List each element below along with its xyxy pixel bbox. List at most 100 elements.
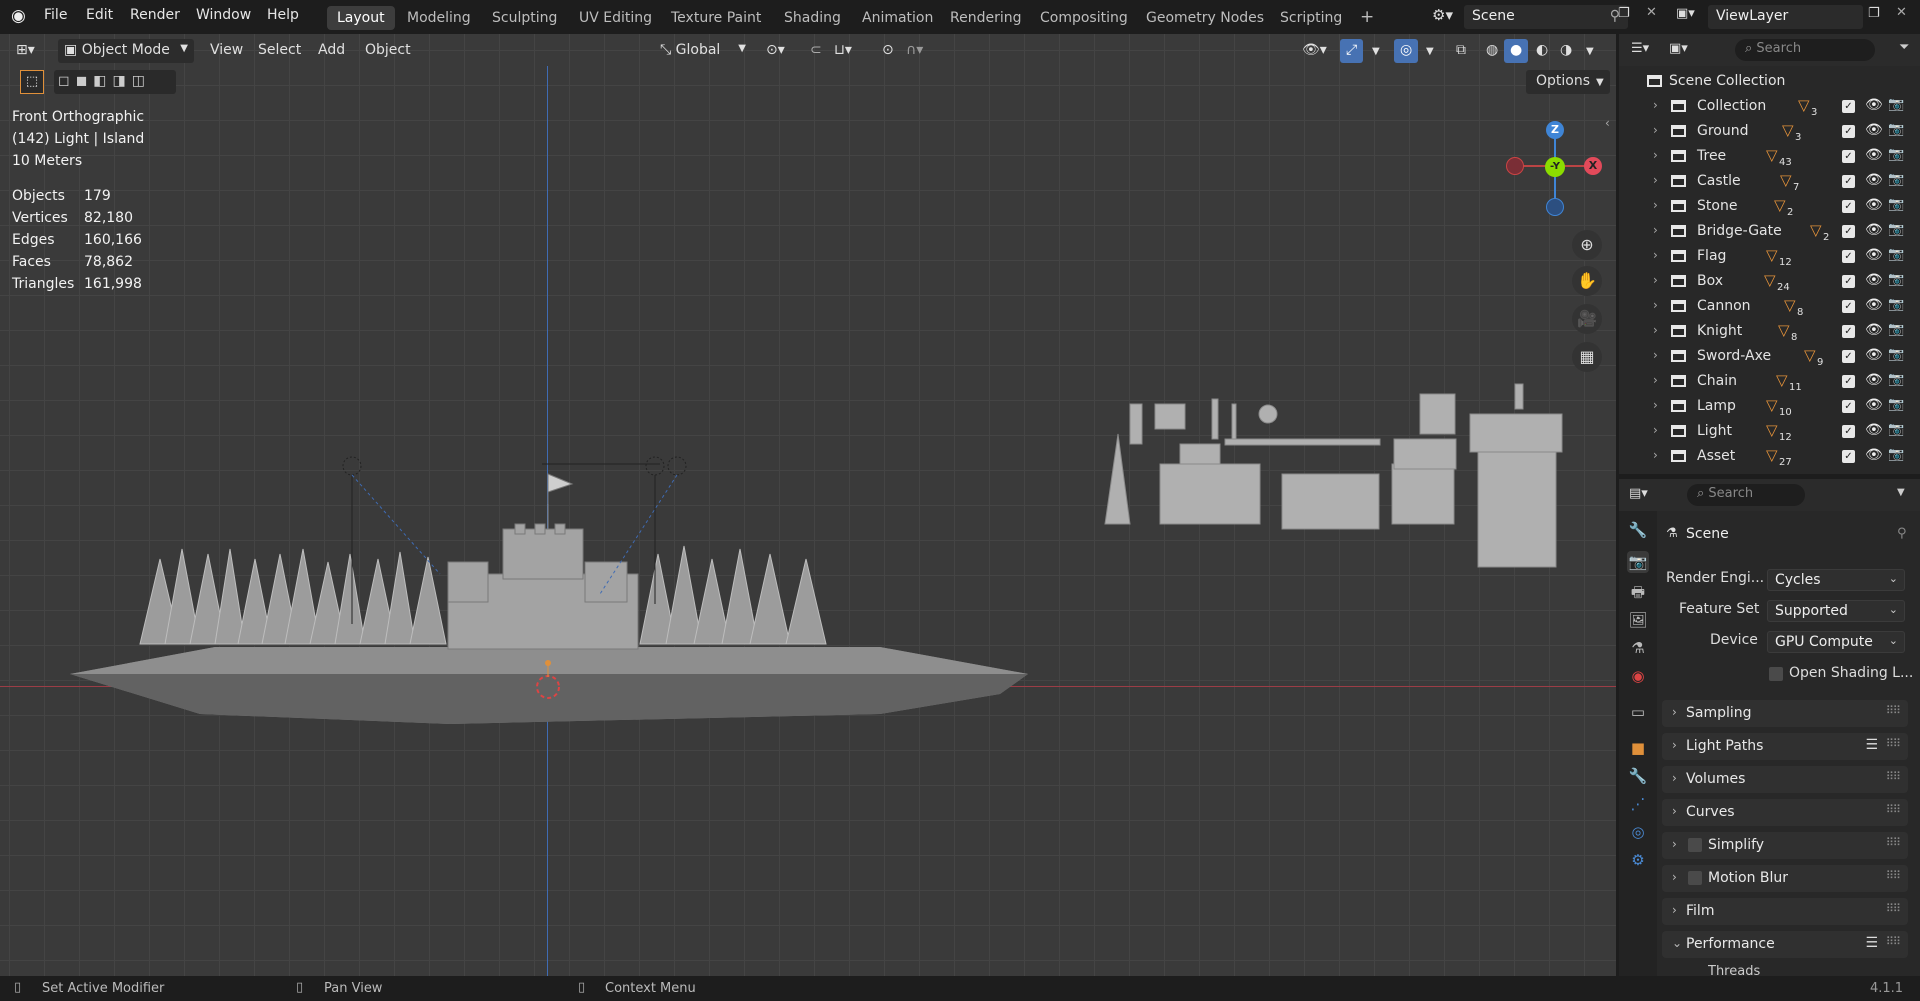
eye-icon[interactable]: 👁 (1865, 322, 1883, 338)
chevron-right-icon[interactable]: › (1653, 98, 1658, 112)
camera-icon[interactable]: 📷 (1888, 97, 1904, 112)
render-engine-dropdown[interactable]: Cycles ⌄ (1767, 569, 1905, 591)
motion-blur-checkbox[interactable] (1688, 871, 1702, 885)
tab-layout[interactable]: Layout (327, 6, 395, 30)
eye-icon[interactable]: 👁 (1865, 122, 1883, 138)
drag-handle-icon[interactable]: ⠿⠿ (1886, 803, 1901, 816)
outliner-row-lamp[interactable]: › Lamp ▽ 10 ✓ 👁 📷 (1619, 395, 1920, 420)
tab-scripting[interactable]: Scripting (1270, 6, 1352, 30)
exclude-checkbox[interactable]: ✓ (1842, 400, 1855, 413)
blender-logo-icon[interactable]: ◉ (11, 6, 26, 26)
tab-geometry-nodes[interactable]: Geometry Nodes (1136, 6, 1274, 30)
chevron-right-icon[interactable]: › (1653, 198, 1658, 212)
chevron-right-icon[interactable]: › (1653, 323, 1658, 337)
exclude-checkbox[interactable]: ✓ (1842, 425, 1855, 438)
chevron-right-icon[interactable]: › (1653, 373, 1658, 387)
eye-icon[interactable]: 👁 (1865, 347, 1883, 363)
ortho-grid-icon[interactable]: ▦ (1572, 342, 1602, 372)
exclude-checkbox[interactable]: ✓ (1842, 150, 1855, 163)
menu-file[interactable]: File (44, 7, 67, 23)
panel-film[interactable]: › Film ⠿⠿ (1662, 898, 1908, 925)
camera-icon[interactable]: 📷 (1888, 372, 1904, 387)
camera-icon[interactable]: 📷 (1888, 147, 1904, 162)
chevron-right-icon[interactable]: › (1653, 298, 1658, 312)
physics-tab-icon[interactable]: ◎ (1627, 821, 1649, 843)
camera-icon[interactable]: 📷 (1888, 422, 1904, 437)
simplify-checkbox[interactable] (1688, 838, 1702, 852)
device-dropdown[interactable]: GPU Compute ⌄ (1767, 631, 1905, 653)
exclude-checkbox[interactable]: ✓ (1842, 300, 1855, 313)
outliner-row-asset[interactable]: › Asset ▽ 27 ✓ 👁 📷 (1619, 445, 1920, 470)
new-scene-icon[interactable]: ❐ (1618, 6, 1630, 21)
exclude-checkbox[interactable]: ✓ (1842, 375, 1855, 388)
camera-icon[interactable]: 📷 (1888, 322, 1904, 337)
scene-type-icon[interactable]: ⚙▾ (1432, 6, 1453, 24)
outliner-row-box[interactable]: › Box ▽ 24 ✓ 👁 📷 (1619, 270, 1920, 295)
chevron-right-icon[interactable]: › (1653, 348, 1658, 362)
outliner-editor-icon[interactable]: ☰▾ (1631, 41, 1649, 56)
3d-viewport[interactable]: ⊞▾ ▣ Object Mode ▼ View Select Add Object… (0, 34, 1616, 976)
exclude-checkbox[interactable]: ✓ (1842, 100, 1855, 113)
presets-list-icon[interactable]: ☰ (1865, 935, 1878, 951)
outliner-row-tree[interactable]: › Tree ▽ 43 ✓ 👁 📷 (1619, 145, 1920, 170)
drag-handle-icon[interactable]: ⠿⠿ (1886, 869, 1901, 882)
chevron-right-icon[interactable]: › (1653, 173, 1658, 187)
eye-icon[interactable]: 👁 (1865, 247, 1883, 263)
drag-handle-icon[interactable]: ⠿⠿ (1886, 935, 1901, 948)
tab-animation[interactable]: Animation (852, 6, 943, 30)
tab-compositing[interactable]: Compositing (1030, 6, 1138, 30)
exclude-checkbox[interactable]: ✓ (1842, 275, 1855, 288)
object-tab-icon[interactable]: ■ (1627, 737, 1649, 759)
tab-uv-editing[interactable]: UV Editing (569, 6, 662, 30)
outliner-row-knight[interactable]: › Knight ▽ 8 ✓ 👁 📷 (1619, 320, 1920, 345)
panel-curves[interactable]: › Curves ⠿⠿ (1662, 799, 1908, 826)
chevron-right-icon[interactable]: › (1653, 273, 1658, 287)
chevron-right-icon[interactable]: › (1653, 148, 1658, 162)
outliner-row-cannon[interactable]: › Cannon ▽ 8 ✓ 👁 📷 (1619, 295, 1920, 320)
eye-icon[interactable]: 👁 (1865, 422, 1883, 438)
outliner-search-input[interactable]: ⌕ Search (1735, 39, 1875, 61)
feature-set-dropdown[interactable]: Supported ⌄ (1767, 600, 1905, 622)
modifier-tab-icon[interactable]: 🔧 (1627, 765, 1649, 787)
chevron-right-icon[interactable]: › (1653, 248, 1658, 262)
eye-icon[interactable]: 👁 (1865, 397, 1883, 413)
panel-simplify[interactable]: › Simplify ⠿⠿ (1662, 832, 1908, 859)
exclude-checkbox[interactable]: ✓ (1842, 250, 1855, 263)
view-layer-icon[interactable]: ▣▾ (1676, 6, 1695, 21)
eye-icon[interactable]: 👁 (1865, 147, 1883, 163)
tab-sculpting[interactable]: Sculpting (482, 6, 567, 30)
camera-icon[interactable]: 📷 (1888, 397, 1904, 412)
properties-search-input[interactable]: ⌕ Search (1687, 484, 1805, 506)
properties-editor-icon[interactable]: ▤▾ (1629, 486, 1648, 501)
outliner-row-sword-axe[interactable]: › Sword-Axe ▽ 9 ✓ 👁 📷 (1619, 345, 1920, 370)
display-mode-icon[interactable]: ▣▾ (1669, 41, 1688, 56)
osl-checkbox[interactable] (1769, 667, 1783, 681)
output-tab-icon[interactable]: 🖶 (1627, 581, 1649, 603)
scene-collection-row[interactable]: Scene Collection (1619, 70, 1920, 95)
gizmo-x[interactable]: X (1584, 157, 1602, 175)
gizmo-z[interactable]: Z (1546, 121, 1564, 139)
eye-icon[interactable]: 👁 (1865, 197, 1883, 213)
particles-tab-icon[interactable]: ⋰ (1627, 793, 1649, 815)
panel-light-paths[interactable]: › Light Paths ☰ ⠿⠿ (1662, 733, 1908, 760)
camera-icon[interactable]: 📷 (1888, 247, 1904, 262)
panel-volumes[interactable]: › Volumes ⠿⠿ (1662, 766, 1908, 793)
exclude-checkbox[interactable]: ✓ (1842, 450, 1855, 463)
eye-icon[interactable]: 👁 (1865, 97, 1883, 113)
exclude-checkbox[interactable]: ✓ (1842, 200, 1855, 213)
filter-icon[interactable]: ⏷ (1899, 40, 1909, 55)
panel-motion-blur[interactable]: › Motion Blur ⠿⠿ (1662, 865, 1908, 892)
camera-icon[interactable]: 📷 (1888, 272, 1904, 287)
tab-modeling[interactable]: Modeling (397, 6, 481, 30)
drag-handle-icon[interactable]: ⠿⠿ (1886, 770, 1901, 783)
drag-handle-icon[interactable]: ⠿⠿ (1886, 902, 1901, 915)
menu-render[interactable]: Render (130, 7, 180, 23)
exclude-checkbox[interactable]: ✓ (1842, 175, 1855, 188)
gizmo-neg-z[interactable] (1546, 198, 1564, 216)
gizmo-neg-x[interactable] (1506, 157, 1524, 175)
outliner-row-ground[interactable]: › Ground ▽ 3 ✓ 👁 📷 (1619, 120, 1920, 145)
panel-sampling[interactable]: › Sampling ⠿⠿ (1662, 700, 1908, 727)
navigation-gizmo[interactable]: Z -Y X (1500, 116, 1610, 226)
eye-icon[interactable]: 👁 (1865, 172, 1883, 188)
close-view-layer-icon[interactable]: ✕ (1896, 5, 1907, 20)
